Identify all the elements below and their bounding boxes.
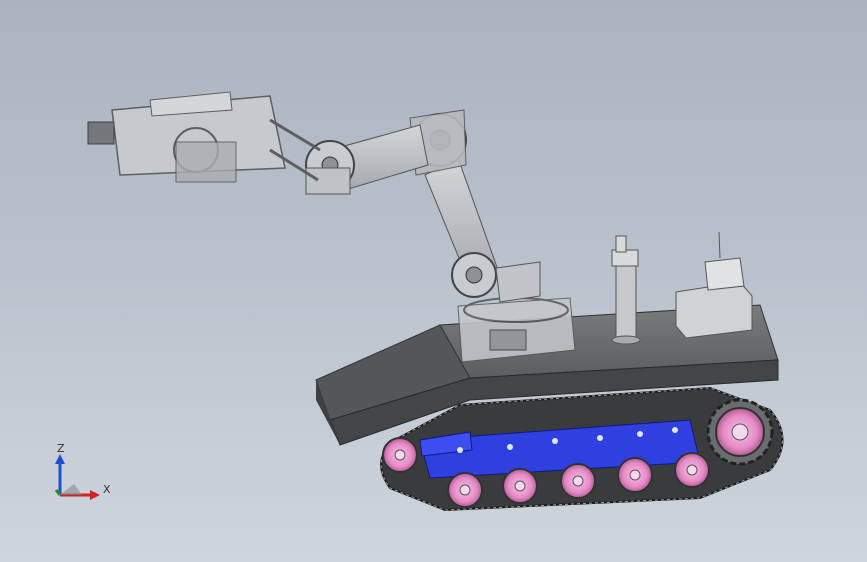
axis-x-label: X	[103, 483, 111, 496]
deck-box	[675, 231, 753, 339]
gripper-head	[87, 91, 321, 183]
graphics-viewport[interactable]: Z X	[0, 0, 867, 562]
axis-triad-icon	[54, 454, 100, 500]
deck-mast	[611, 235, 641, 345]
manipulator-arm	[305, 109, 541, 303]
axis-z-label: Z	[57, 442, 65, 455]
coordinate-triad: Z X	[44, 440, 124, 510]
robot-model[interactable]	[0, 0, 867, 562]
